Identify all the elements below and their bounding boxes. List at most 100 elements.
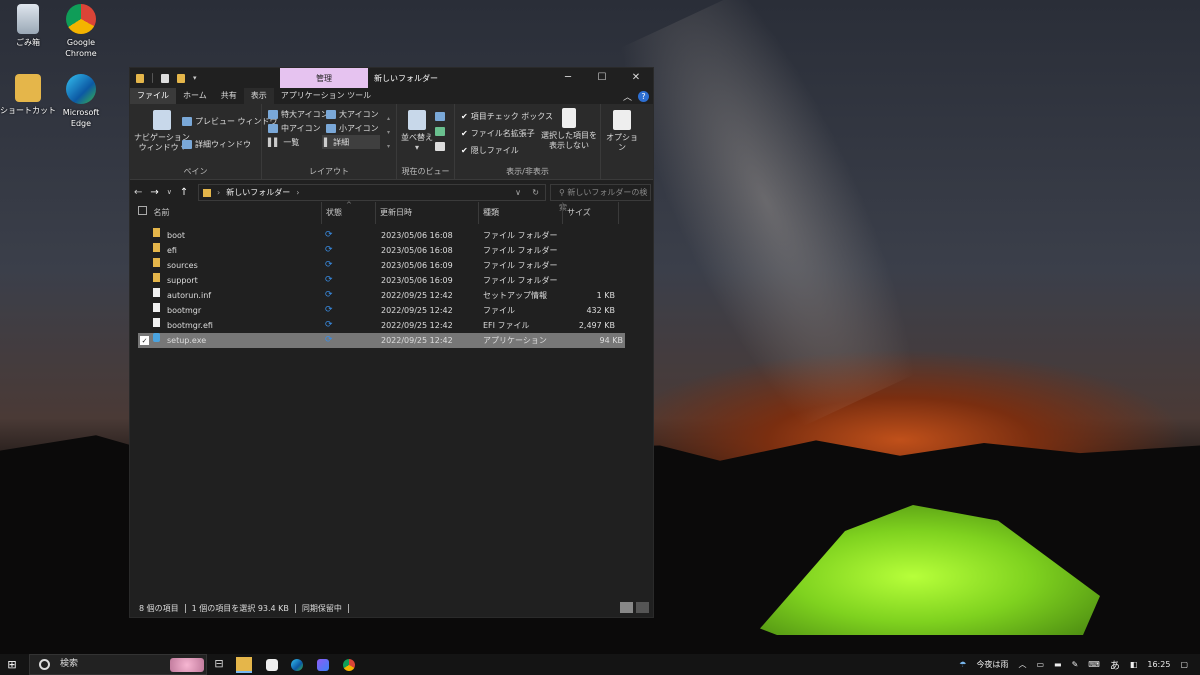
add-columns-icon[interactable] xyxy=(435,127,445,136)
tab-application-tools[interactable]: アプリケーション ツール xyxy=(274,88,378,104)
notification-tray-icon[interactable]: ◧ xyxy=(1130,660,1138,669)
battery-icon[interactable]: ▬ xyxy=(1054,660,1062,669)
column-header-modified[interactable]: 更新日時 xyxy=(376,202,479,224)
chevron-up-icon[interactable]: ︿ xyxy=(1018,659,1026,670)
view-small-buttons xyxy=(435,112,445,151)
app-taskbar-icon[interactable] xyxy=(317,659,329,671)
pen-icon[interactable]: ✎ xyxy=(1072,660,1079,669)
file-date: 2022/09/25 12:42 xyxy=(381,291,453,300)
help-icon[interactable]: ? xyxy=(638,91,649,102)
properties-icon[interactable] xyxy=(161,73,169,83)
tab-home[interactable]: ホーム xyxy=(176,88,214,104)
row-checkbox[interactable]: ✓ xyxy=(140,336,149,345)
sort-by-button[interactable]: 並べ替え ▾ xyxy=(401,110,433,153)
column-header-status[interactable]: 状態 ^ xyxy=(322,201,376,224)
system-tray: ☂ 今夜は雨 ︿ ▭ ▬ ✎ ⌨ あ ◧ 16:25 ▢ xyxy=(959,654,1200,675)
file-type: ファイル xyxy=(483,306,515,315)
file-row[interactable]: bootmgr.efi ⟳ 2022/09/25 12:42 EFI ファイル … xyxy=(130,318,655,333)
file-explorer-taskbar-icon[interactable] xyxy=(236,657,252,673)
file-row[interactable]: boot ⟳ 2023/05/06 16:08 ファイル フォルダー xyxy=(130,228,655,243)
button-label: ウィンドウ ▾ xyxy=(138,143,186,152)
select-all-checkbox[interactable] xyxy=(138,206,147,215)
column-header-type[interactable]: 種類 xyxy=(479,202,563,224)
up-arrow-icon[interactable]: ↑ xyxy=(180,187,188,198)
file-extensions-toggle[interactable]: ✔ ファイル名拡張子 xyxy=(459,126,537,140)
layout-scroll[interactable]: ▴ ▾ ▾ xyxy=(387,112,390,154)
minimize-button[interactable]: ─ xyxy=(551,68,585,88)
layout-large-icons[interactable]: 大アイコン xyxy=(324,107,381,121)
search-box[interactable]: ⚲ 新しいフォルダーの検索 xyxy=(550,184,651,212)
file-icon xyxy=(153,303,160,312)
tab-view[interactable]: 表示 xyxy=(243,88,274,104)
hidden-items-toggle[interactable]: ✔ 隠しファイル xyxy=(459,143,521,157)
group-label: ペイン xyxy=(183,167,208,176)
options-button[interactable]: オプション xyxy=(603,110,641,153)
keyboard-icon[interactable]: ⌨ xyxy=(1088,660,1100,669)
maximize-button[interactable]: ☐ xyxy=(585,68,619,88)
address-bar[interactable]: › 新しいフォルダー › ∨ ↻ xyxy=(198,184,546,201)
group-by-icon[interactable] xyxy=(435,112,445,121)
layout-list[interactable]: ▌▌ 一覧 xyxy=(266,135,301,149)
recent-locations-chevron-icon[interactable]: ∨ xyxy=(167,188,172,196)
ime-mode[interactable]: あ xyxy=(1110,657,1120,672)
sync-pending-icon: ⟳ xyxy=(325,230,333,240)
refresh-icon[interactable]: ↻ xyxy=(532,188,539,197)
button-label: 一覧 xyxy=(283,137,300,147)
file-row[interactable]: efi ⟳ 2023/05/06 16:08 ファイル フォルダー xyxy=(130,243,655,258)
context-tab-manage[interactable]: 管理 xyxy=(280,68,368,88)
close-button[interactable]: ✕ xyxy=(619,68,653,88)
edge-icon xyxy=(66,74,96,104)
file-row[interactable]: bootmgr ⟳ 2022/09/25 12:42 ファイル 432 KB xyxy=(130,303,655,318)
file-row[interactable]: sources ⟳ 2023/05/06 16:09 ファイル フォルダー xyxy=(130,258,655,273)
network-icon[interactable]: ▭ xyxy=(1036,660,1044,669)
desktop-icon-shortcut[interactable]: ショートカット xyxy=(0,74,56,116)
column-header-name[interactable]: 名前 xyxy=(134,202,322,224)
large-icons-view-button[interactable] xyxy=(636,602,649,613)
tab-share[interactable]: 共有 xyxy=(214,88,244,104)
file-type: ファイル フォルダー xyxy=(483,261,558,270)
address-dropdown-icon[interactable]: ∨ xyxy=(515,188,521,197)
details-icon: ▌ xyxy=(324,137,331,147)
file-row-selected[interactable]: ✓ setup.exe ⟳ 2022/09/25 12:42 アプリケーション … xyxy=(138,333,625,348)
clock[interactable]: 16:25 xyxy=(1147,660,1170,669)
checkmark-icon: ✔ xyxy=(461,128,468,138)
button-label: 小アイコン xyxy=(339,123,379,133)
collapse-ribbon-icon[interactable]: ︿ xyxy=(623,90,632,103)
layout-medium-icons[interactable]: 中アイコン xyxy=(266,121,323,135)
layout-small-icons[interactable]: 小アイコン xyxy=(324,121,381,135)
button-label: 表示しない xyxy=(549,141,589,150)
file-row[interactable]: autorun.inf ⟳ 2022/09/25 12:42 セットアップ情報 … xyxy=(130,288,655,303)
new-folder-icon[interactable] xyxy=(177,73,185,83)
store-icon[interactable] xyxy=(266,659,278,671)
recycle-bin-icon xyxy=(17,4,39,34)
details-pane-button[interactable]: 詳細ウィンドウ xyxy=(180,137,253,151)
weather-text[interactable]: 今夜は雨 xyxy=(976,659,1008,670)
tab-file[interactable]: ファイル xyxy=(130,88,176,104)
back-arrow-icon[interactable]: ← xyxy=(134,187,142,198)
forward-arrow-icon[interactable]: → xyxy=(150,187,158,198)
rain-umbrella-icon[interactable]: ☂ xyxy=(959,660,966,669)
desktop-icon-recycle-bin[interactable]: ごみ箱 xyxy=(0,4,56,48)
address-bar-row: ← → ∨ ↑ › 新しいフォルダー › ∨ ↻ ⚲ 新しいフォルダーの検索 xyxy=(130,180,653,212)
breadcrumb-current[interactable]: 新しいフォルダー xyxy=(226,187,290,198)
task-view-icon[interactable]: ⊟ xyxy=(211,657,227,673)
hide-selected-items-button[interactable]: 選択した項目を 表示しない xyxy=(541,108,597,151)
layout-details[interactable]: ▌ 詳細 xyxy=(322,135,380,149)
notifications-icon[interactable]: ▢ xyxy=(1180,660,1188,669)
column-header-size[interactable]: サイズ xyxy=(563,202,619,224)
edge-taskbar-icon[interactable] xyxy=(291,659,303,671)
chrome-taskbar-icon[interactable] xyxy=(343,659,355,671)
divider xyxy=(347,603,349,613)
taskbar-search[interactable]: 検索 xyxy=(29,654,207,675)
size-columns-icon[interactable] xyxy=(435,142,445,151)
start-button[interactable]: ⊞ xyxy=(0,658,24,671)
chevron-down-icon[interactable]: ▾ xyxy=(193,74,199,83)
desktop-icon-chrome[interactable]: Google Chrome xyxy=(53,4,109,59)
layout-extra-large-icons[interactable]: 特大アイコン xyxy=(266,107,331,121)
search-icon: ⚲ xyxy=(559,188,565,197)
file-row[interactable]: support ⟳ 2023/05/06 16:09 ファイル フォルダー xyxy=(130,273,655,288)
desktop-icon-label: ごみ箱 xyxy=(16,38,40,47)
desktop-icon-edge[interactable]: Microsoft Edge xyxy=(53,74,109,129)
details-view-button[interactable] xyxy=(620,602,633,613)
button-label: オプション xyxy=(606,133,638,152)
